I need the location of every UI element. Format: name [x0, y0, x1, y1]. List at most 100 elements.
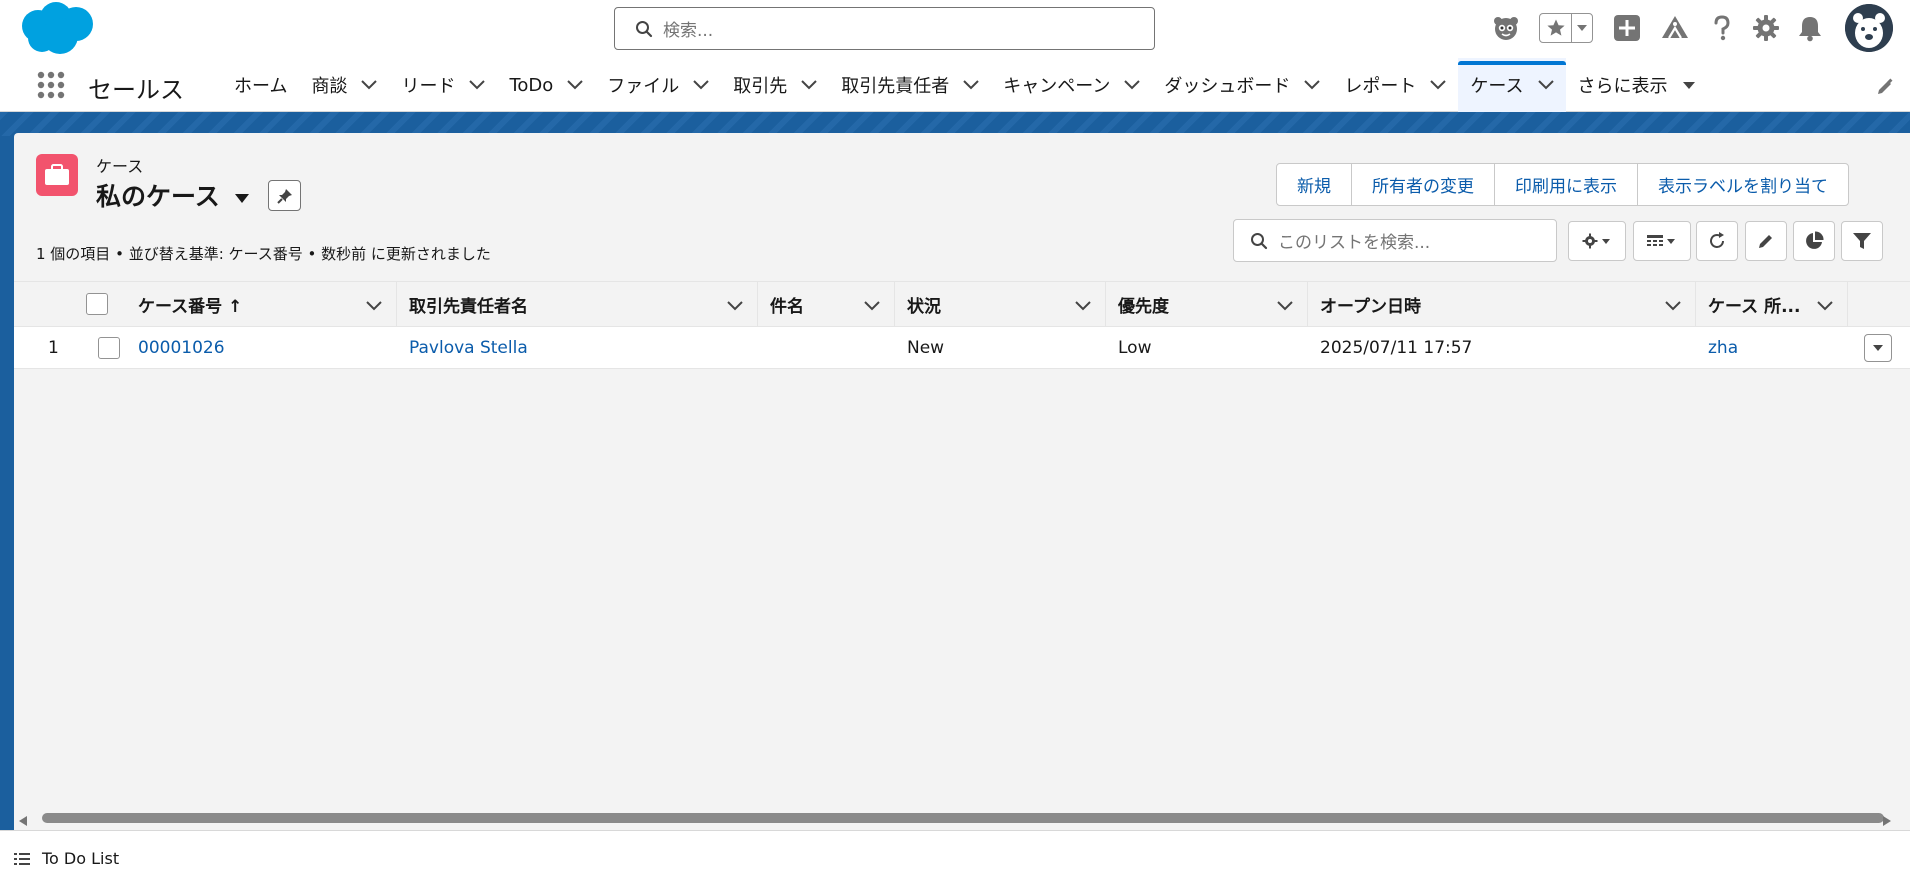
column-header-case-owner[interactable]: ケース 所...: [1696, 282, 1848, 327]
caret-down-icon[interactable]: [234, 181, 250, 210]
einstein-icon[interactable]: [1490, 12, 1522, 44]
display-as-table-button[interactable]: [1633, 221, 1691, 261]
chevron-down-icon[interactable]: [1304, 80, 1321, 90]
list-settings-button[interactable]: [1568, 221, 1626, 261]
caret-down-icon[interactable]: [1682, 81, 1696, 90]
bell-icon[interactable]: [1794, 12, 1826, 44]
edit-nav-icon[interactable]: [1876, 78, 1894, 100]
filter-icon: [1853, 233, 1871, 249]
nav-item-campaigns[interactable]: キャンペーン: [991, 58, 1152, 112]
case-number-link[interactable]: 00001026: [126, 327, 397, 368]
column-header-subject[interactable]: 件名: [758, 282, 895, 327]
chevron-down-icon[interactable]: [963, 80, 980, 90]
chevron-down-icon[interactable]: [1665, 296, 1681, 316]
chevron-down-icon[interactable]: [1817, 296, 1833, 316]
app-launcher-icon[interactable]: [36, 70, 66, 100]
printable-view-button[interactable]: 印刷用に表示: [1495, 164, 1638, 205]
nav-item-files[interactable]: ファイル: [595, 58, 721, 112]
nav-item-opportunities[interactable]: 商談: [299, 58, 389, 112]
chevron-down-icon[interactable]: [1124, 80, 1141, 90]
todo-list-utility[interactable]: To Do List: [14, 849, 119, 868]
nav-item-dashboards[interactable]: ダッシュボード: [1152, 58, 1332, 112]
nav-item-reports[interactable]: レポート: [1332, 58, 1458, 112]
chevron-down-icon[interactable]: [801, 80, 818, 90]
pencil-icon: [1759, 235, 1772, 248]
list-meta-info: 1 個の項目 • 並び替え基準: ケース番号 • 数秒前 に更新されました: [36, 245, 491, 263]
new-button[interactable]: 新規: [1277, 164, 1352, 205]
chevron-down-icon[interactable]: [1430, 80, 1447, 90]
list-search-placeholder: このリストを検索...: [1278, 233, 1431, 253]
assign-label-button[interactable]: 表示ラベルを割り当て: [1638, 164, 1848, 205]
chevron-down-icon[interactable]: [1277, 296, 1293, 316]
global-search-input[interactable]: 検索...: [614, 7, 1155, 50]
nav-item-todo[interactable]: ToDo: [497, 58, 595, 112]
chevron-down-icon[interactable]: [567, 80, 584, 90]
scroll-right-icon[interactable]: [1882, 812, 1892, 830]
chevron-down-icon[interactable]: [366, 296, 382, 316]
chevron-down-icon[interactable]: [1537, 80, 1554, 90]
column-header-case-number[interactable]: ケース番号 ↑: [126, 282, 397, 327]
scrollbar-thumb[interactable]: [42, 813, 1884, 823]
trailhead-icon[interactable]: [1659, 12, 1691, 44]
nav-item-cases[interactable]: ケース: [1458, 58, 1566, 112]
contact-name-link[interactable]: Pavlova Stella: [397, 327, 758, 368]
row-number: 1: [48, 337, 59, 358]
column-header-priority[interactable]: 優先度: [1106, 282, 1308, 327]
caret-down-icon: [1873, 344, 1883, 351]
row-actions-menu-button[interactable]: [1864, 333, 1892, 362]
nav-item-accounts[interactable]: 取引先: [721, 58, 829, 112]
row-checkbox[interactable]: [98, 336, 120, 359]
global-header: 検索...: [0, 0, 1910, 58]
scroll-left-icon[interactable]: [18, 812, 28, 830]
charts-button[interactable]: [1793, 221, 1835, 261]
nav-item-contacts[interactable]: 取引先責任者: [829, 58, 991, 112]
column-header-contact-name[interactable]: 取引先責任者名: [397, 282, 758, 327]
column-header-opened-date[interactable]: オープン日時: [1308, 282, 1696, 327]
nav-item-more[interactable]: さらに表示: [1566, 58, 1708, 112]
table-header-row: ケース番号 ↑ 取引先責任者名 件名 状況 優先度 オープン日時 ケース 所..…: [14, 281, 1910, 327]
column-label: 優先度: [1118, 297, 1169, 317]
gear-icon: [1582, 233, 1610, 249]
refresh-button[interactable]: [1696, 221, 1738, 261]
help-icon[interactable]: [1706, 12, 1738, 44]
search-icon: [1251, 232, 1268, 249]
column-label: 件名: [770, 297, 804, 317]
inline-edit-button[interactable]: [1745, 221, 1787, 261]
chevron-down-icon[interactable]: [727, 296, 743, 316]
favorites-star-icon[interactable]: [1540, 14, 1572, 42]
pin-list-view-button[interactable]: [268, 180, 301, 211]
list-icon: [14, 852, 30, 865]
nav-item-label: ToDo: [509, 74, 554, 96]
row-actions-cell: [1848, 327, 1908, 368]
chevron-down-icon[interactable]: [469, 80, 486, 90]
row-select-cell: [86, 327, 126, 368]
chevron-down-icon[interactable]: [693, 80, 710, 90]
salesforce-cloud-logo[interactable]: [18, 2, 98, 56]
nav-item-label: さらに表示: [1577, 76, 1668, 97]
nav-items: ホーム 商談 リード ToDo ファイル 取引先 取引先責任者 キャンペーン ダ…: [222, 58, 1708, 112]
priority-cell: Low: [1118, 337, 1152, 358]
chevron-down-icon[interactable]: [1075, 296, 1091, 316]
list-view-selector[interactable]: 私のケース: [96, 177, 250, 213]
gear-icon[interactable]: [1750, 12, 1782, 44]
chevron-down-icon[interactable]: [864, 296, 880, 316]
nav-item-home[interactable]: ホーム: [222, 58, 299, 112]
pin-icon: [276, 188, 292, 204]
nav-item-label: 取引先: [733, 76, 788, 97]
horizontal-scrollbar[interactable]: [14, 808, 1910, 826]
nav-item-label: キャンペーン: [1003, 76, 1111, 97]
global-add-icon[interactable]: [1611, 12, 1643, 44]
table-row: 1 00001026 Pavlova Stella New Low 2025/0…: [14, 327, 1910, 369]
filter-button[interactable]: [1841, 221, 1883, 261]
list-search-input[interactable]: このリストを検索...: [1233, 219, 1557, 262]
column-header-status[interactable]: 状況: [895, 282, 1106, 327]
nav-item-leads[interactable]: リード: [389, 58, 497, 112]
favorites-dropdown-icon[interactable]: [1572, 14, 1592, 42]
pie-chart-icon: [1806, 231, 1824, 249]
change-owner-button[interactable]: 所有者の変更: [1352, 164, 1495, 205]
chevron-down-icon[interactable]: [361, 80, 378, 90]
avatar[interactable]: [1845, 4, 1893, 52]
case-owner-link[interactable]: zha: [1696, 327, 1848, 368]
case-object-icon: [36, 154, 78, 196]
select-all-checkbox[interactable]: [86, 293, 108, 315]
